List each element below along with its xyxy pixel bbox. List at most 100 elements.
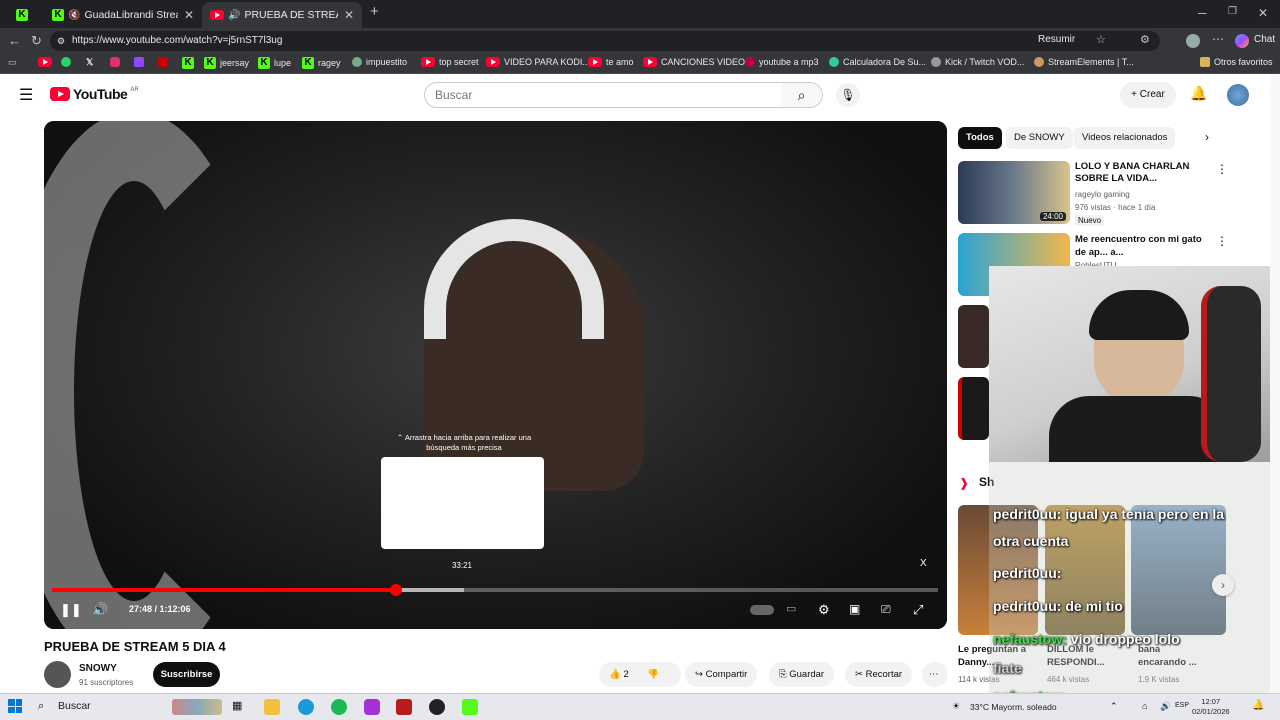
channel-name[interactable]: SNOWY bbox=[79, 663, 117, 674]
notifications-bell-icon[interactable]: 🔔 bbox=[1190, 85, 1207, 102]
recommendation-channel[interactable]: rageylo gaming bbox=[1075, 190, 1130, 199]
miniplayer-icon[interactable]: ▣ bbox=[849, 602, 860, 616]
bookmark-lupe[interactable]: Klupe bbox=[258, 57, 291, 69]
pause-icon[interactable]: ❚❚ bbox=[60, 602, 82, 618]
recommendation-title[interactable]: LOLO Y BANA CHARLAN SOBRE LA VIDA... bbox=[1075, 161, 1215, 185]
subtitles-icon[interactable]: ▭ bbox=[786, 602, 796, 615]
chevron-right-icon[interactable]: › bbox=[1205, 130, 1209, 144]
video-player[interactable]: ⌃ Arrastra hacia arriba para realizar un… bbox=[44, 121, 947, 629]
recommendation-thumbnail[interactable]: 24:00 bbox=[958, 161, 1070, 224]
bookmark-kick[interactable]: K bbox=[182, 57, 194, 69]
bookmark-ragey[interactable]: Kragey bbox=[302, 57, 341, 69]
chip-de-snowy[interactable]: De SNOWY bbox=[1006, 127, 1073, 149]
new-tab-button[interactable]: + bbox=[370, 3, 379, 20]
chip-todos[interactable]: Todos bbox=[958, 127, 1002, 149]
back-arrow-icon[interactable]: ← bbox=[8, 33, 21, 48]
language-indicator[interactable]: ESP bbox=[1175, 702, 1189, 709]
bookmark-instagram[interactable] bbox=[110, 57, 120, 67]
bookmark-red[interactable] bbox=[158, 57, 168, 67]
bookmark-jeersay[interactable]: Kjeersay bbox=[204, 57, 249, 69]
speaker-icon[interactable]: 🔊 bbox=[228, 10, 240, 21]
close-icon[interactable]: ✕ bbox=[184, 8, 194, 22]
clip-button[interactable]: ✂ Recortar bbox=[845, 662, 913, 687]
taskbar-widget-image[interactable] bbox=[172, 699, 222, 715]
hamburger-menu-icon[interactable]: ☰ bbox=[19, 85, 33, 105]
bookmark-youtube[interactable] bbox=[38, 57, 52, 67]
site-info-icon[interactable]: ⚙ bbox=[57, 31, 65, 51]
bookmark-twitch[interactable] bbox=[134, 57, 144, 67]
bookmark-video-kodi[interactable]: VIDEO PARA KODI... bbox=[486, 57, 590, 67]
profile-avatar[interactable] bbox=[1186, 34, 1200, 48]
more-vertical-icon[interactable]: ⋮ bbox=[1216, 234, 1228, 248]
tab-kick[interactable]: K bbox=[8, 2, 48, 28]
page-scrollbar[interactable] bbox=[1270, 74, 1280, 693]
taskbar-search[interactable]: Buscar bbox=[58, 700, 91, 712]
cast-icon[interactable]: ⎚ bbox=[881, 602, 891, 617]
dislike-button[interactable]: 👎 bbox=[647, 669, 659, 680]
bookmark-te-amo[interactable]: te amo bbox=[588, 57, 634, 67]
create-button[interactable]: + Crear bbox=[1120, 82, 1176, 108]
bookmark-whatsapp[interactable] bbox=[61, 57, 71, 67]
reload-icon[interactable]: ↻ bbox=[31, 33, 42, 49]
extensions-icon[interactable]: ⚙ bbox=[1140, 33, 1150, 46]
close-window-button[interactable]: ✕ bbox=[1258, 6, 1268, 20]
youtube-logo[interactable]: YouTube AR bbox=[50, 86, 139, 102]
close-preview-button[interactable]: X bbox=[920, 558, 927, 569]
tray-chevron-icon[interactable]: ⌃ bbox=[1110, 701, 1118, 712]
bookmark-calculadora[interactable]: Calculadora De Su... bbox=[829, 57, 926, 67]
bookmarks-icon[interactable]: ▭ bbox=[8, 57, 17, 68]
tab-guadalibrandi[interactable]: K 🔇 GuadaLibrandi Stream - Watc ✕ bbox=[44, 2, 202, 28]
app-icon[interactable] bbox=[396, 699, 412, 715]
restore-button[interactable]: ❐ bbox=[1228, 6, 1237, 17]
recommendation-thumbnail[interactable] bbox=[958, 305, 989, 368]
weather-temp[interactable]: 33°C Mayorm. soleado bbox=[970, 702, 1057, 712]
channel-avatar[interactable] bbox=[44, 661, 71, 688]
settings-gear-icon[interactable]: ⚙ bbox=[818, 602, 830, 618]
recommendation-thumbnail[interactable] bbox=[958, 377, 989, 440]
recommendation-title[interactable]: Me reencuentro con mi gato bbox=[1075, 234, 1215, 246]
chip-videos-relacionados[interactable]: Videos relacionados bbox=[1074, 127, 1176, 149]
summarize-button[interactable]: Resumir bbox=[1038, 34, 1075, 45]
bookmark-top-secret[interactable]: top secret bbox=[421, 57, 479, 67]
notifications-icon[interactable]: 🔔 bbox=[1252, 700, 1264, 711]
bookmark-x[interactable]: 𝕏 bbox=[86, 57, 93, 68]
edge-icon[interactable] bbox=[298, 699, 314, 715]
bookmark-impuestito[interactable]: impuestito bbox=[352, 57, 407, 67]
chat-button[interactable]: Chat bbox=[1254, 34, 1275, 45]
search-button[interactable]: ⌕ bbox=[781, 82, 823, 108]
share-button[interactable]: ↪ Compartir bbox=[685, 662, 758, 687]
windows-start-icon[interactable] bbox=[8, 699, 22, 713]
muted-speaker-icon[interactable]: 🔇 bbox=[68, 10, 80, 21]
tab-prueba-stream[interactable]: 🔊 PRUEBA DE STREAM 5 DIA 4 ✕ bbox=[202, 2, 362, 28]
other-bookmarks[interactable]: Otros favoritos bbox=[1200, 57, 1273, 67]
search-input[interactable]: Buscar bbox=[424, 82, 782, 108]
menu-dots-icon[interactable]: ⋯ bbox=[1212, 32, 1224, 46]
bookmark-youtube-mp3[interactable]: youtube a mp3 bbox=[745, 57, 819, 67]
star-icon[interactable]: ☆ bbox=[1096, 33, 1106, 46]
save-button[interactable]: ⎘ Guardar bbox=[769, 662, 835, 687]
account-avatar[interactable] bbox=[1227, 84, 1249, 106]
more-vertical-icon[interactable]: ⋮ bbox=[1216, 162, 1228, 176]
obs-icon[interactable] bbox=[429, 699, 445, 715]
close-icon[interactable]: ✕ bbox=[344, 8, 354, 22]
voice-search-button[interactable]: 🎙 bbox=[836, 83, 860, 107]
spotify-icon[interactable] bbox=[331, 699, 347, 715]
app-icon[interactable] bbox=[364, 699, 380, 715]
task-view-icon[interactable]: ▦ bbox=[232, 699, 248, 715]
autoplay-toggle[interactable] bbox=[750, 605, 774, 615]
kick-icon[interactable] bbox=[462, 699, 478, 715]
url-field[interactable]: ⚙ https://www.youtube.com/watch?v=j5rnST… bbox=[50, 31, 1160, 51]
more-actions-button[interactable]: ⋯ bbox=[922, 662, 948, 687]
minimize-button[interactable]: ─ bbox=[1198, 6, 1207, 20]
network-icon[interactable]: ⌂ bbox=[1142, 701, 1147, 711]
progress-scrubber[interactable] bbox=[389, 584, 402, 596]
subscribe-button[interactable]: Suscribirse bbox=[153, 662, 220, 687]
fullscreen-icon[interactable]: ⤢ bbox=[913, 602, 923, 618]
volume-icon[interactable]: 🔊 bbox=[92, 602, 108, 618]
bookmark-canciones[interactable]: CANCIONES VIDEOS bbox=[643, 57, 751, 67]
like-button[interactable]: 👍 2 bbox=[609, 669, 629, 680]
copilot-icon[interactable] bbox=[1235, 34, 1249, 48]
file-explorer-icon[interactable] bbox=[264, 699, 280, 715]
clock[interactable]: 12:07 02/01/2026 bbox=[1192, 697, 1230, 717]
bookmark-streamelements[interactable]: StreamElements | T... bbox=[1034, 57, 1134, 67]
